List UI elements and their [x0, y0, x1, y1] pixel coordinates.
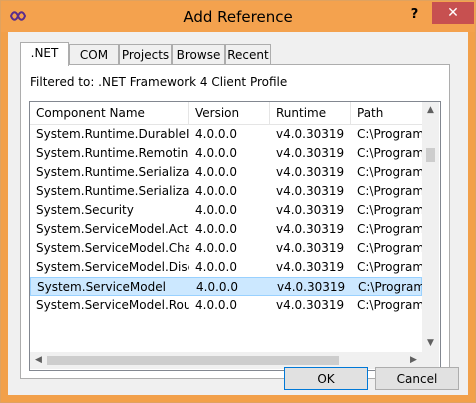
column-header-version[interactable]: Version [189, 102, 270, 124]
cell-runtime: v4.0.30319 [276, 241, 345, 255]
cell-component-name: System.ServiceModel [37, 280, 166, 294]
cell-version: 4.0.0.0 [196, 280, 238, 294]
table-row[interactable]: System.ServiceModel.Cha... 4.0.0.0 v4.0.30… [30, 239, 422, 258]
cell-path: C:\Program [357, 298, 422, 312]
cell-path: C:\Program [357, 241, 422, 255]
table-row[interactable]: System.Runtime.Serializati... 4.0.0.0 v4.0… [30, 182, 422, 201]
ok-button[interactable]: OK [284, 367, 368, 390]
add-reference-dialog: Add Reference ? ✕ .NET COM Projects Brow… [0, 0, 476, 403]
cell-path: C:\Program [357, 127, 422, 141]
cell-runtime: v4.0.30319 [276, 184, 345, 198]
dialog-body: .NET COM Projects Browse Recent Filtered… [8, 32, 468, 395]
tab-projects[interactable]: Projects [119, 44, 172, 65]
cell-runtime: v4.0.30319 [276, 260, 345, 274]
cell-component-name: System.Security [36, 203, 134, 217]
filter-label: Filtered to: .NET Framework 4 Client Pro… [30, 75, 288, 89]
component-list[interactable]: Component Name Version Runtime Path Syst… [29, 101, 441, 371]
cell-component-name: System.ServiceModel.Rout... [36, 298, 189, 312]
cell-component-name: System.ServiceModel.Disc... [36, 260, 189, 274]
cell-component-name: System.Runtime.DurableIn... [36, 127, 189, 141]
column-header-path[interactable]: Path [351, 102, 422, 124]
column-header-component-name[interactable]: Component Name [30, 102, 189, 124]
cell-runtime: v4.0.30319 [276, 203, 345, 217]
cell-component-name: System.ServiceModel.Cha... [36, 241, 189, 255]
column-header-runtime[interactable]: Runtime [270, 102, 351, 124]
cell-version: 4.0.0.0 [195, 165, 237, 179]
list-header: Component Name Version Runtime Path [30, 102, 422, 125]
cell-runtime: v4.0.30319 [277, 280, 346, 294]
table-row[interactable]: System.ServiceModel.Disc... 4.0.0.0 v4.0.3… [30, 258, 422, 277]
tab-browse[interactable]: Browse [172, 44, 225, 65]
help-button[interactable]: ? [401, 4, 428, 26]
title-bar[interactable]: Add Reference ? ✕ [1, 1, 475, 32]
scroll-up-icon[interactable]: ▲ [422, 102, 439, 119]
cell-path: C:\Program [357, 184, 422, 198]
scroll-down-icon[interactable]: ▼ [422, 335, 439, 352]
vertical-scroll-thumb[interactable] [426, 148, 435, 162]
cell-component-name: System.Runtime.Serializati... [36, 165, 189, 179]
horizontal-scroll-thumb[interactable] [47, 356, 339, 365]
cell-path: C:\Program [357, 222, 422, 236]
table-row[interactable]: System.ServiceModel.Rout... 4.0.0.0 v4.0.3… [30, 296, 422, 315]
cell-version: 4.0.0.0 [195, 184, 237, 198]
cell-component-name: System.ServiceModel.Acti... [36, 222, 189, 236]
cell-path: C:\Program [358, 280, 423, 294]
cell-version: 4.0.0.0 [195, 260, 237, 274]
cell-runtime: v4.0.30319 [276, 298, 345, 312]
cell-path: C:\Program [357, 260, 422, 274]
cancel-button[interactable]: Cancel [375, 367, 459, 390]
cell-runtime: v4.0.30319 [276, 222, 345, 236]
cell-runtime: v4.0.30319 [276, 146, 345, 160]
table-row[interactable]: System.Runtime.DurableIn... 4.0.0.0 v4.0.3… [30, 125, 422, 144]
tab-com[interactable]: COM [69, 44, 119, 65]
cell-path: C:\Program [357, 146, 422, 160]
tab-recent[interactable]: Recent [225, 44, 271, 65]
close-button[interactable]: ✕ [432, 2, 474, 24]
table-row[interactable]: System.ServiceModel.Acti... 4.0.0.0 v4.0.3… [30, 220, 422, 239]
table-row[interactable]: System.ServiceModel 4.0.0.0 v4.0.30319 C:\P… [30, 277, 423, 296]
vertical-scrollbar[interactable]: ▲ ▼ [422, 102, 439, 352]
cell-version: 4.0.0.0 [195, 241, 237, 255]
table-row[interactable]: System.Runtime.Serializati... 4.0.0.0 v4.0… [30, 163, 422, 182]
table-row[interactable]: System.Security 4.0.0.0 v4.0.30319 C:\Progr… [30, 201, 422, 220]
tab-dotnet[interactable]: .NET [20, 42, 69, 66]
cell-path: C:\Program [357, 165, 422, 179]
cell-component-name: System.Runtime.Serializati... [36, 184, 189, 198]
cell-version: 4.0.0.0 [195, 146, 237, 160]
scroll-left-icon[interactable]: ◀ [30, 352, 47, 369]
tab-panel: Filtered to: .NET Framework 4 Client Pro… [20, 64, 450, 379]
cell-runtime: v4.0.30319 [276, 127, 345, 141]
table-row[interactable]: System.Runtime.Remoting 4.0.0.0 v4.0.30319… [30, 144, 422, 163]
cell-version: 4.0.0.0 [195, 298, 237, 312]
cell-runtime: v4.0.30319 [276, 165, 345, 179]
cell-version: 4.0.0.0 [195, 222, 237, 236]
cell-component-name: System.Runtime.Remoting [36, 146, 189, 160]
cell-path: C:\Program [357, 203, 422, 217]
cell-version: 4.0.0.0 [195, 203, 237, 217]
cell-version: 4.0.0.0 [195, 127, 237, 141]
